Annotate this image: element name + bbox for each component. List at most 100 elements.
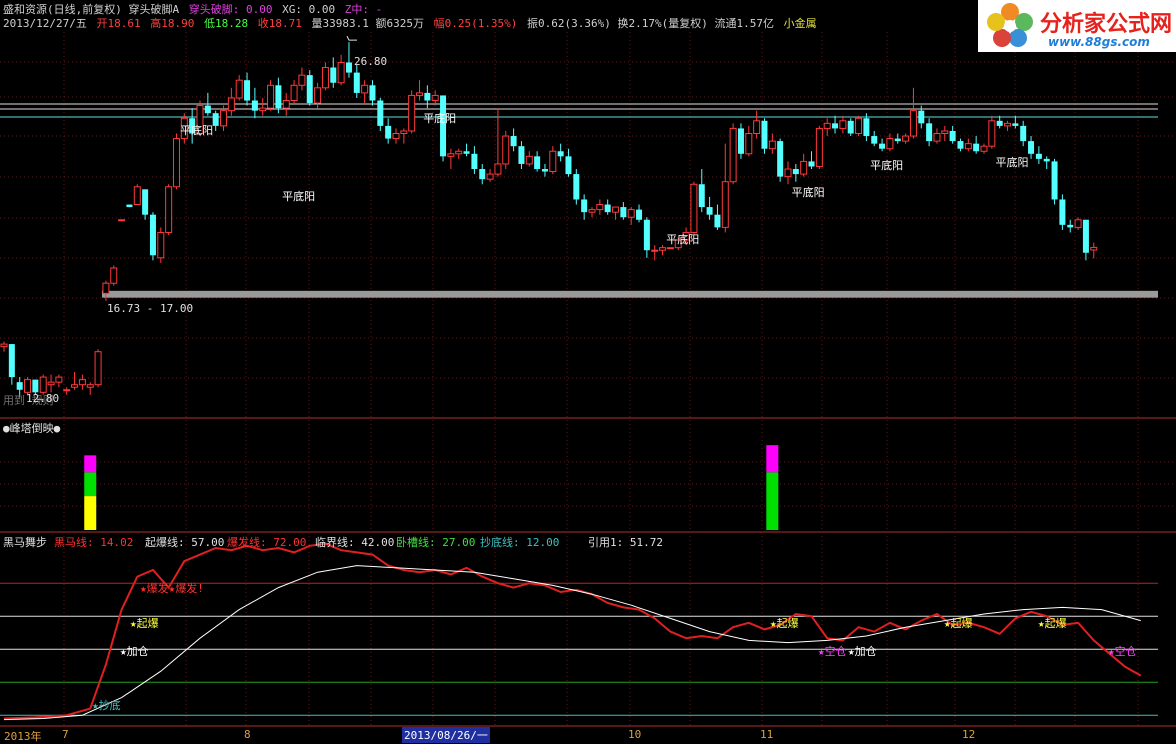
candle-body	[933, 132, 941, 142]
candle-body	[926, 123, 933, 142]
candle-body	[78, 379, 86, 386]
candle-body	[988, 120, 996, 147]
indicator-value: 卧槽线: 27.00	[396, 536, 476, 549]
candle-body	[1004, 122, 1012, 127]
tower-bar-segment	[84, 455, 97, 473]
candle-body	[502, 135, 510, 165]
candle-body	[768, 140, 776, 150]
candle-body	[643, 219, 650, 251]
candle-body	[424, 92, 431, 101]
candle-body	[636, 209, 643, 220]
candle-body	[275, 85, 282, 109]
candle-body	[949, 130, 956, 142]
candle-body	[792, 169, 799, 175]
indicator-value: 爆发线: 72.00	[227, 536, 307, 549]
candle-body	[282, 100, 290, 109]
candle-body	[47, 381, 55, 386]
candle-body	[1067, 224, 1074, 228]
candle-body	[1051, 161, 1058, 200]
tower-bar-segment	[84, 472, 97, 497]
candle-body	[698, 184, 705, 208]
header-segment: 高18.90	[143, 17, 195, 30]
candle-body	[32, 379, 39, 393]
candle-body	[102, 282, 110, 294]
cursor-date: 2013/08/26/一	[402, 727, 490, 743]
candle-body	[494, 163, 502, 175]
candle-body	[964, 143, 972, 150]
candle-body	[721, 181, 729, 228]
candle-body	[235, 79, 243, 99]
candle-body	[909, 110, 917, 137]
candle-body	[110, 267, 118, 284]
candle-body	[651, 249, 659, 252]
header-segment: 量33983.1 额6325万	[304, 17, 431, 30]
pattern-label: 平底阳	[180, 124, 214, 137]
candle-body	[902, 135, 910, 142]
candle-body	[353, 72, 360, 93]
candle-body	[345, 62, 352, 73]
header-segment: 收18.71	[251, 17, 302, 30]
candle-body	[8, 344, 15, 378]
high-pointer	[346, 35, 357, 41]
candle-body	[392, 132, 400, 140]
pattern-label: 平底阳	[870, 159, 904, 172]
candle-body	[1028, 141, 1035, 154]
header-segment: 开18.61	[96, 17, 141, 30]
signal-label-jiacang: ★加仓	[120, 645, 149, 658]
bullet-icon: ●	[3, 422, 10, 435]
candle-body	[557, 151, 564, 157]
candle-body	[55, 376, 63, 383]
candle-body	[549, 150, 557, 173]
candle-body	[133, 186, 141, 206]
candle-body	[581, 199, 588, 213]
bullet-icon: ●	[53, 422, 61, 435]
candle-body	[565, 156, 572, 175]
candle-body	[588, 209, 596, 213]
candle-body	[525, 155, 533, 165]
x-axis-label: 2013年	[4, 730, 42, 743]
candle-body	[212, 113, 219, 126]
candle-body	[510, 136, 517, 147]
candle-body	[957, 141, 964, 149]
candle-body	[666, 247, 674, 250]
x-axis-label: 11	[760, 728, 774, 741]
candle-body	[204, 105, 211, 114]
candle-body	[172, 138, 180, 188]
candle-body	[157, 231, 165, 259]
candle-body	[534, 156, 541, 170]
candle-body	[16, 382, 23, 390]
candle-body	[1035, 153, 1042, 159]
candle-body	[431, 94, 439, 102]
candle-body	[86, 384, 94, 388]
candle-body	[330, 67, 337, 83]
candle-body	[1020, 125, 1027, 142]
x-axis-label: 12	[962, 728, 976, 741]
candle-body	[94, 351, 102, 386]
candle-body	[227, 97, 235, 112]
candle-body	[1043, 158, 1050, 162]
candle-body	[149, 214, 156, 256]
candle-body	[314, 87, 322, 104]
candle-body	[463, 151, 470, 154]
candle-body	[369, 85, 376, 101]
candle-body	[486, 173, 494, 180]
candle-body	[659, 247, 667, 251]
header-row-2: 2013/12/27/五 开18.61 高18.90 低18.28 收18.71…	[3, 15, 820, 31]
candle-body	[361, 84, 369, 94]
candle-body	[745, 132, 753, 155]
indicator-value: 引用1: 51.72	[588, 536, 663, 549]
candle-body	[800, 160, 808, 175]
x-axis-label: 10	[628, 728, 642, 741]
candle-body	[541, 169, 548, 172]
candle-body	[627, 209, 635, 218]
candle-body	[815, 127, 823, 167]
pattern-label: 平底阳	[666, 233, 700, 246]
indicator-value: 起爆线: 57.00	[145, 536, 225, 549]
panel3-title: 黑马舞步	[3, 536, 47, 549]
candle-body	[377, 100, 384, 126]
candle-body	[63, 389, 71, 392]
signal-label-kongcang: ★空仓	[1108, 645, 1137, 658]
candle-body	[980, 145, 988, 152]
candle-body	[863, 118, 870, 137]
logo-box: 分析家公式网 www.88gs.com	[978, 0, 1176, 52]
